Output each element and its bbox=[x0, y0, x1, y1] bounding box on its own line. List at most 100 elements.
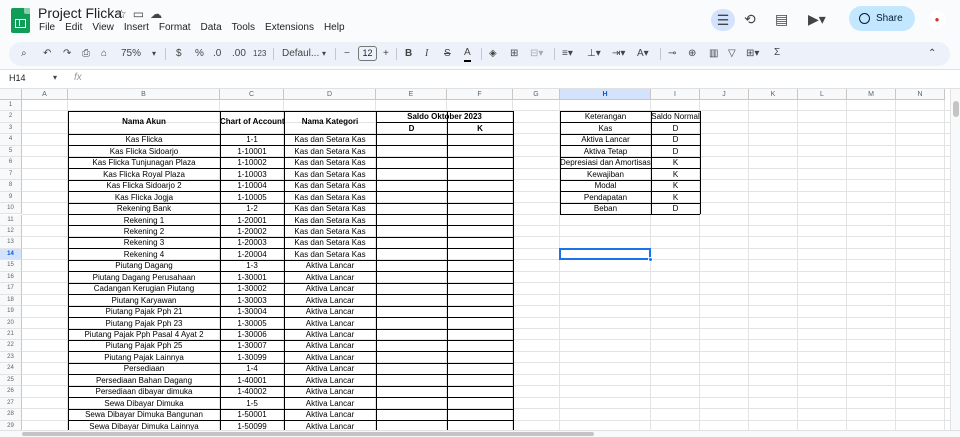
borders-icon[interactable]: ⊞ bbox=[510, 47, 518, 61]
paint-format-icon[interactable]: ⌂ bbox=[101, 47, 107, 61]
column-header[interactable]: J bbox=[700, 89, 749, 100]
version-history-icon[interactable]: ⟲ bbox=[744, 11, 756, 28]
font-select[interactable]: Defaul... bbox=[282, 47, 319, 61]
row-header[interactable]: 16 bbox=[0, 271, 22, 284]
number-format-button[interactable]: 123 bbox=[253, 47, 266, 61]
print-icon[interactable]: ⎙ bbox=[82, 47, 90, 61]
column-header[interactable]: L bbox=[798, 89, 847, 100]
comments-icon[interactable]: ▤ bbox=[775, 11, 788, 28]
merge-icon[interactable]: ⊟▾ bbox=[530, 47, 543, 61]
move-folder-icon[interactable]: ▭ bbox=[133, 7, 144, 21]
star-icon[interactable]: ☆ bbox=[116, 7, 127, 21]
row-header[interactable]: 18 bbox=[0, 294, 22, 307]
name-box[interactable]: H14 bbox=[9, 73, 61, 83]
select-all-corner[interactable] bbox=[0, 89, 22, 100]
row-header[interactable]: 13 bbox=[0, 237, 22, 249]
show-menus-icon[interactable]: ☰ bbox=[711, 9, 735, 31]
row-header[interactable]: 20 bbox=[0, 317, 22, 329]
fill-color-icon[interactable]: ◈ bbox=[489, 47, 497, 61]
link-icon[interactable]: ⊸ bbox=[668, 47, 676, 61]
strikethrough-icon[interactable]: S bbox=[444, 47, 451, 61]
collapse-icon[interactable]: ⌃ bbox=[928, 47, 936, 61]
fill-handle[interactable] bbox=[648, 257, 653, 263]
comment-icon[interactable]: ⊕ bbox=[688, 47, 696, 61]
menu-tools[interactable]: Tools bbox=[232, 22, 255, 33]
row-header[interactable]: 7 bbox=[0, 168, 22, 181]
row-header[interactable]: 3 bbox=[0, 122, 22, 135]
row-header[interactable]: 4 bbox=[0, 134, 22, 146]
selected-cell[interactable] bbox=[559, 247, 651, 261]
search-icon[interactable]: ⌕ bbox=[21, 47, 27, 61]
function-button[interactable]: Σ bbox=[774, 46, 780, 60]
column-header[interactable]: B bbox=[68, 89, 220, 100]
column-header[interactable]: A bbox=[22, 89, 68, 100]
chart-icon[interactable]: ▥ bbox=[709, 47, 718, 61]
row-header[interactable]: 2 bbox=[0, 111, 22, 123]
chevron-down-icon[interactable]: ▾ bbox=[152, 47, 156, 61]
column-header[interactable]: F bbox=[447, 89, 513, 100]
font-size-increase-button[interactable]: + bbox=[383, 47, 389, 61]
currency-button[interactable]: $ bbox=[176, 47, 182, 61]
increase-decimal-button[interactable]: .00 bbox=[232, 47, 246, 61]
row-header[interactable]: 25 bbox=[0, 374, 22, 387]
share-button[interactable]: Share bbox=[849, 6, 915, 31]
align-icon[interactable]: ≡▾ bbox=[562, 47, 573, 61]
row-header[interactable]: 29 bbox=[0, 420, 22, 430]
row-header[interactable]: 27 bbox=[0, 397, 22, 410]
row-header[interactable]: 28 bbox=[0, 409, 22, 421]
row-header[interactable]: 1 bbox=[0, 100, 22, 112]
horizontal-scrollbar[interactable] bbox=[0, 430, 960, 437]
row-header[interactable]: 6 bbox=[0, 157, 22, 169]
menu-file[interactable]: File bbox=[39, 22, 55, 33]
row-header[interactable]: 11 bbox=[0, 214, 22, 226]
menu-help[interactable]: Help bbox=[324, 22, 345, 33]
row-header[interactable]: 23 bbox=[0, 351, 22, 364]
undo-icon[interactable]: ↶ bbox=[43, 47, 51, 61]
sheets-logo-icon[interactable] bbox=[11, 8, 30, 33]
valign-icon[interactable]: ⊥▾ bbox=[587, 47, 601, 61]
rotate-icon[interactable]: A▾ bbox=[637, 47, 649, 61]
row-header[interactable]: 22 bbox=[0, 340, 22, 352]
menu-edit[interactable]: Edit bbox=[65, 22, 82, 33]
vertical-scrollbar[interactable] bbox=[950, 89, 960, 430]
menu-format[interactable]: Format bbox=[159, 22, 191, 33]
italic-button[interactable]: I bbox=[425, 47, 428, 61]
redo-icon[interactable]: ↷ bbox=[63, 47, 71, 61]
scroll-thumb[interactable] bbox=[953, 101, 959, 117]
text-color-button[interactable]: A bbox=[464, 46, 471, 62]
row-header[interactable]: 19 bbox=[0, 306, 22, 318]
row-header[interactable]: 21 bbox=[0, 329, 22, 341]
filter-icon[interactable]: ▽ bbox=[728, 47, 736, 61]
row-header[interactable]: 24 bbox=[0, 363, 22, 375]
font-size-decrease-button[interactable]: − bbox=[344, 47, 350, 61]
scroll-thumb[interactable] bbox=[22, 432, 594, 436]
cloud-status-icon[interactable]: ☁ bbox=[150, 7, 162, 21]
avatar[interactable]: ● bbox=[928, 11, 946, 29]
row-header[interactable]: 17 bbox=[0, 283, 22, 295]
column-header[interactable]: G bbox=[513, 89, 560, 100]
menu-extensions[interactable]: Extensions bbox=[265, 22, 314, 33]
bold-button[interactable]: B bbox=[405, 47, 412, 61]
column-header[interactable]: M bbox=[847, 89, 896, 100]
spreadsheet-grid[interactable]: A B C D E F G H I J K L M N 1 2 3 4 5 6 7 8 9 10 11 12 13 14 15 16 17 1… bbox=[0, 89, 950, 430]
zoom-select[interactable]: 75% bbox=[121, 47, 141, 61]
row-header[interactable]: 26 bbox=[0, 386, 22, 398]
decrease-decimal-button[interactable]: .0 bbox=[213, 47, 221, 61]
font-size-input[interactable]: 12 bbox=[358, 46, 377, 61]
column-header[interactable]: E bbox=[376, 89, 447, 100]
row-header[interactable]: 9 bbox=[0, 191, 22, 204]
row-header[interactable]: 14 bbox=[0, 248, 22, 261]
row-header[interactable]: 10 bbox=[0, 203, 22, 215]
column-header[interactable]: I bbox=[651, 89, 700, 100]
row-header[interactable]: 12 bbox=[0, 225, 22, 238]
row-header[interactable]: 15 bbox=[0, 260, 22, 272]
filter-views-icon[interactable]: ⊞▾ bbox=[746, 47, 759, 61]
meet-icon[interactable]: ▶▾ bbox=[808, 11, 826, 28]
document-title[interactable]: Project Flicka bbox=[38, 5, 122, 21]
menu-view[interactable]: View bbox=[92, 22, 114, 33]
row-header[interactable]: 8 bbox=[0, 180, 22, 192]
menu-insert[interactable]: Insert bbox=[124, 22, 149, 33]
column-header[interactable]: C bbox=[220, 89, 284, 100]
column-header[interactable]: D bbox=[284, 89, 376, 100]
column-header[interactable]: N bbox=[896, 89, 945, 100]
